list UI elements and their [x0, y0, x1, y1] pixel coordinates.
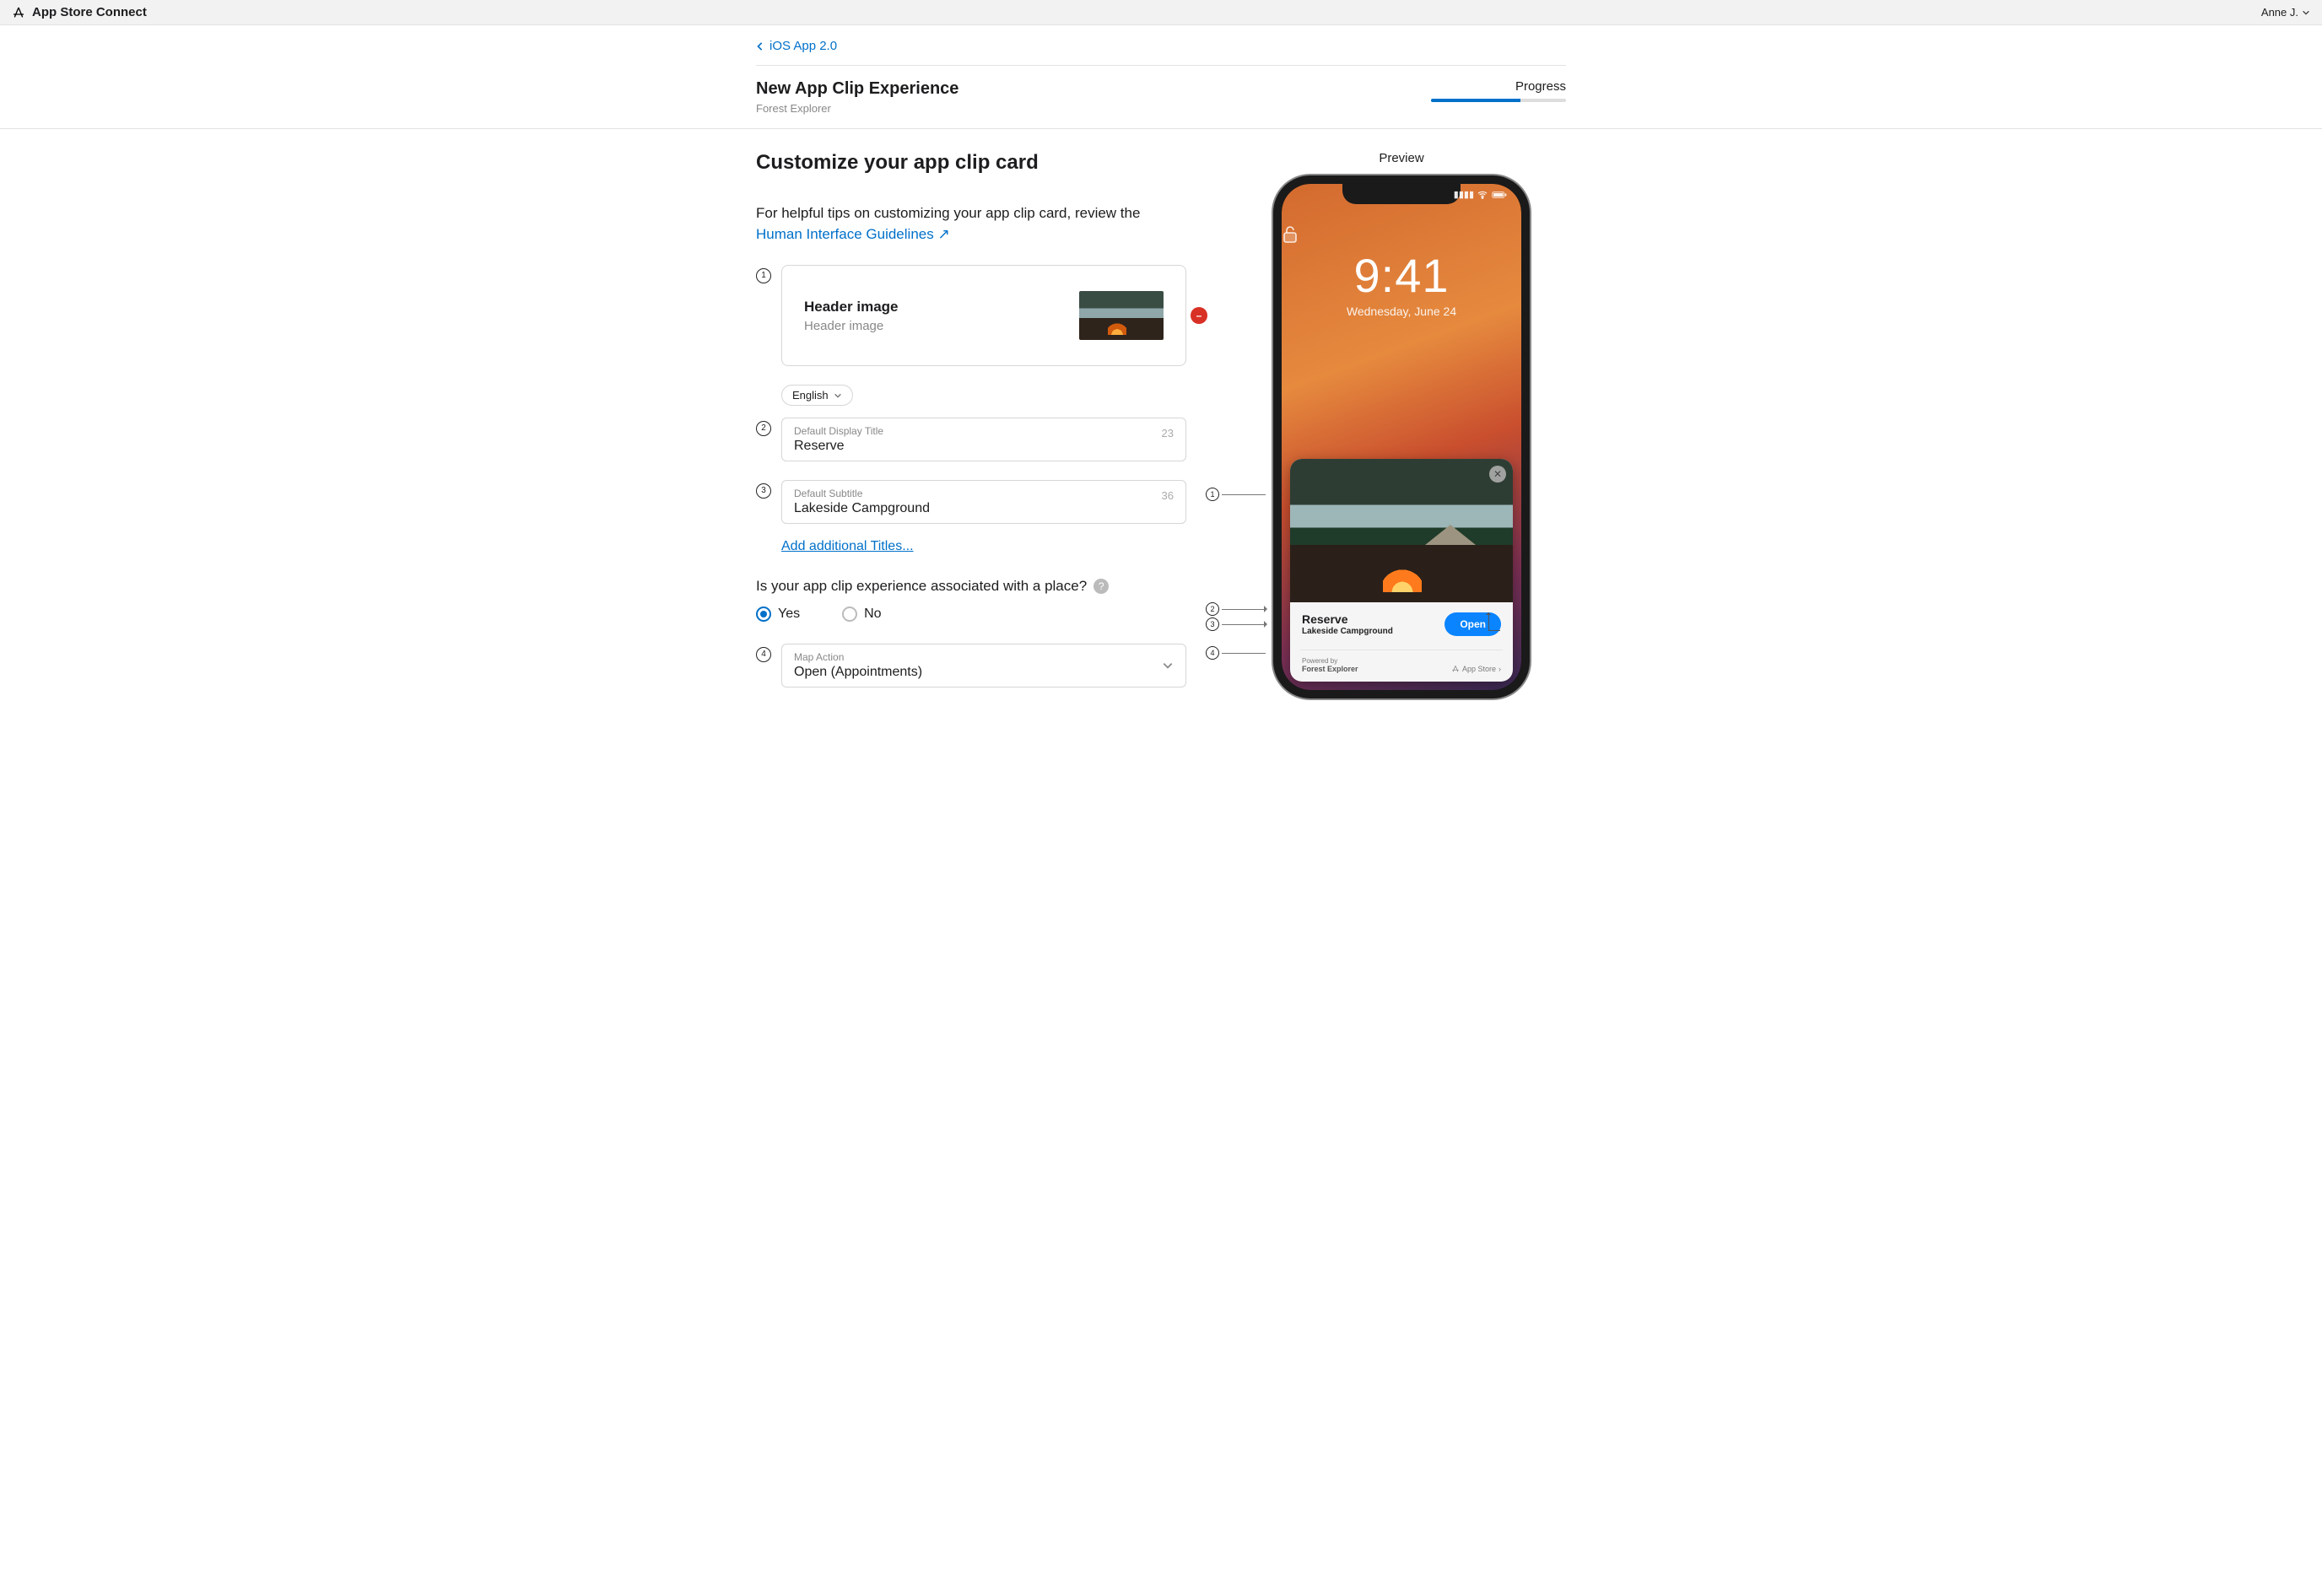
breadcrumb[interactable]: iOS App 2.0 — [756, 25, 1566, 65]
title-field-count: 23 — [1162, 427, 1174, 439]
user-menu[interactable]: Anne J. — [2261, 6, 2310, 19]
subtitle-field[interactable]: Default Subtitle Lakeside Campground 36 — [781, 480, 1186, 524]
radio-dot-selected — [756, 607, 771, 622]
chevron-down-icon — [834, 391, 842, 400]
app-logo: App Store Connect — [12, 5, 147, 19]
intro-prefix: For helpful tips on customizing your app… — [756, 205, 1140, 221]
battery-icon — [1491, 191, 1508, 199]
header-image-card[interactable]: Header image Header image – — [781, 265, 1186, 366]
progress-bar — [1431, 99, 1566, 102]
open-button[interactable]: Open — [1444, 612, 1501, 636]
section-heading: Customize your app clip card — [756, 151, 1186, 175]
close-icon[interactable]: ✕ — [1489, 466, 1506, 483]
app-name: App Store Connect — [32, 5, 147, 19]
language-label: English — [792, 389, 829, 402]
preview-callouts: 1 2 3 4 — [1206, 175, 1273, 698]
header-image-subtitle: Header image — [804, 319, 899, 333]
help-icon[interactable]: ? — [1094, 579, 1109, 594]
subtitle-field-label: Default Subtitle — [794, 488, 1174, 499]
language-selector[interactable]: English — [781, 385, 853, 406]
lock-icon — [1282, 224, 1521, 245]
appstore-label: App Store — [1462, 665, 1496, 673]
preview-label: Preview — [1379, 151, 1423, 165]
powered-by-app: Forest Explorer — [1302, 665, 1358, 673]
place-question: Is your app clip experience associated w… — [756, 578, 1186, 595]
radio-yes-label: Yes — [778, 607, 800, 622]
breadcrumb-label: iOS App 2.0 — [770, 39, 837, 53]
callout-4: 4 — [1206, 646, 1219, 660]
header-image-thumbnail — [1079, 291, 1164, 340]
step-badge-4: 4 — [756, 647, 771, 662]
chevron-left-icon — [756, 41, 764, 51]
appclip-subtitle: Lakeside Campground — [1302, 627, 1393, 636]
header-image-title: Header image — [804, 299, 899, 315]
user-name: Anne J. — [2261, 6, 2298, 19]
chevron-down-icon — [2302, 8, 2310, 17]
appstore-link[interactable]: App Store › — [1451, 665, 1501, 673]
place-question-text: Is your app clip experience associated w… — [756, 578, 1087, 595]
callout-2: 2 — [1206, 602, 1219, 616]
step-badge-3: 3 — [756, 483, 771, 499]
step-badge-1: 1 — [756, 268, 771, 283]
progress-fill — [1431, 99, 1520, 102]
powered-by-label: Powered by — [1302, 657, 1358, 665]
callout-arrow-4 — [1488, 612, 1489, 631]
remove-image-button[interactable]: – — [1191, 307, 1207, 324]
chevron-down-icon — [1162, 660, 1174, 671]
hig-link[interactable]: Human Interface Guidelines ↗ — [756, 226, 950, 242]
subtitle-field-value: Lakeside Campground — [794, 501, 1174, 516]
appclip-title: Reserve — [1302, 612, 1393, 626]
status-bar: ▮▮▮▮ — [1282, 189, 1521, 200]
map-action-select[interactable]: Map Action Open (Appointments) — [781, 644, 1186, 687]
phone-preview: ▮▮▮▮ — [1273, 175, 1530, 698]
minus-icon: – — [1196, 310, 1202, 321]
subtitle-field-count: 36 — [1162, 489, 1174, 502]
chevron-right-icon: › — [1498, 665, 1501, 673]
topbar: App Store Connect Anne J. — [0, 0, 2322, 25]
appclip-hero-image: ✕ — [1290, 459, 1513, 602]
title-field-label: Default Display Title — [794, 425, 1174, 437]
external-link-icon: ↗ — [937, 226, 949, 242]
callout-3: 3 — [1206, 617, 1219, 631]
appstore-icon — [1451, 665, 1460, 673]
display-title-field[interactable]: Default Display Title Reserve 23 — [781, 418, 1186, 461]
appclip-card: ✕ Reserve Lakeside Campground Open — [1290, 459, 1513, 682]
page-subtitle: Forest Explorer — [756, 102, 958, 115]
map-action-label: Map Action — [794, 651, 1174, 663]
radio-dot — [842, 607, 857, 622]
step-badge-2: 2 — [756, 421, 771, 436]
signal-icon: ▮▮▮▮ — [1454, 189, 1474, 200]
radio-no-label: No — [864, 607, 881, 622]
add-titles-link[interactable]: Add additional Titles... — [756, 539, 1186, 554]
map-action-value: Open (Appointments) — [794, 665, 1174, 680]
title-field-value: Reserve — [794, 439, 1174, 454]
lock-time: 9:41 — [1282, 248, 1521, 303]
intro-text: For helpful tips on customizing your app… — [756, 203, 1186, 245]
lock-date: Wednesday, June 24 — [1282, 305, 1521, 318]
radio-yes[interactable]: Yes — [756, 607, 800, 622]
callout-1: 1 — [1206, 488, 1219, 501]
radio-no[interactable]: No — [842, 607, 881, 622]
wifi-icon — [1477, 191, 1488, 199]
hig-link-text: Human Interface Guidelines — [756, 226, 934, 242]
page-title: New App Clip Experience — [756, 79, 958, 99]
progress-label: Progress — [1431, 79, 1566, 94]
app-store-connect-icon — [12, 6, 25, 19]
